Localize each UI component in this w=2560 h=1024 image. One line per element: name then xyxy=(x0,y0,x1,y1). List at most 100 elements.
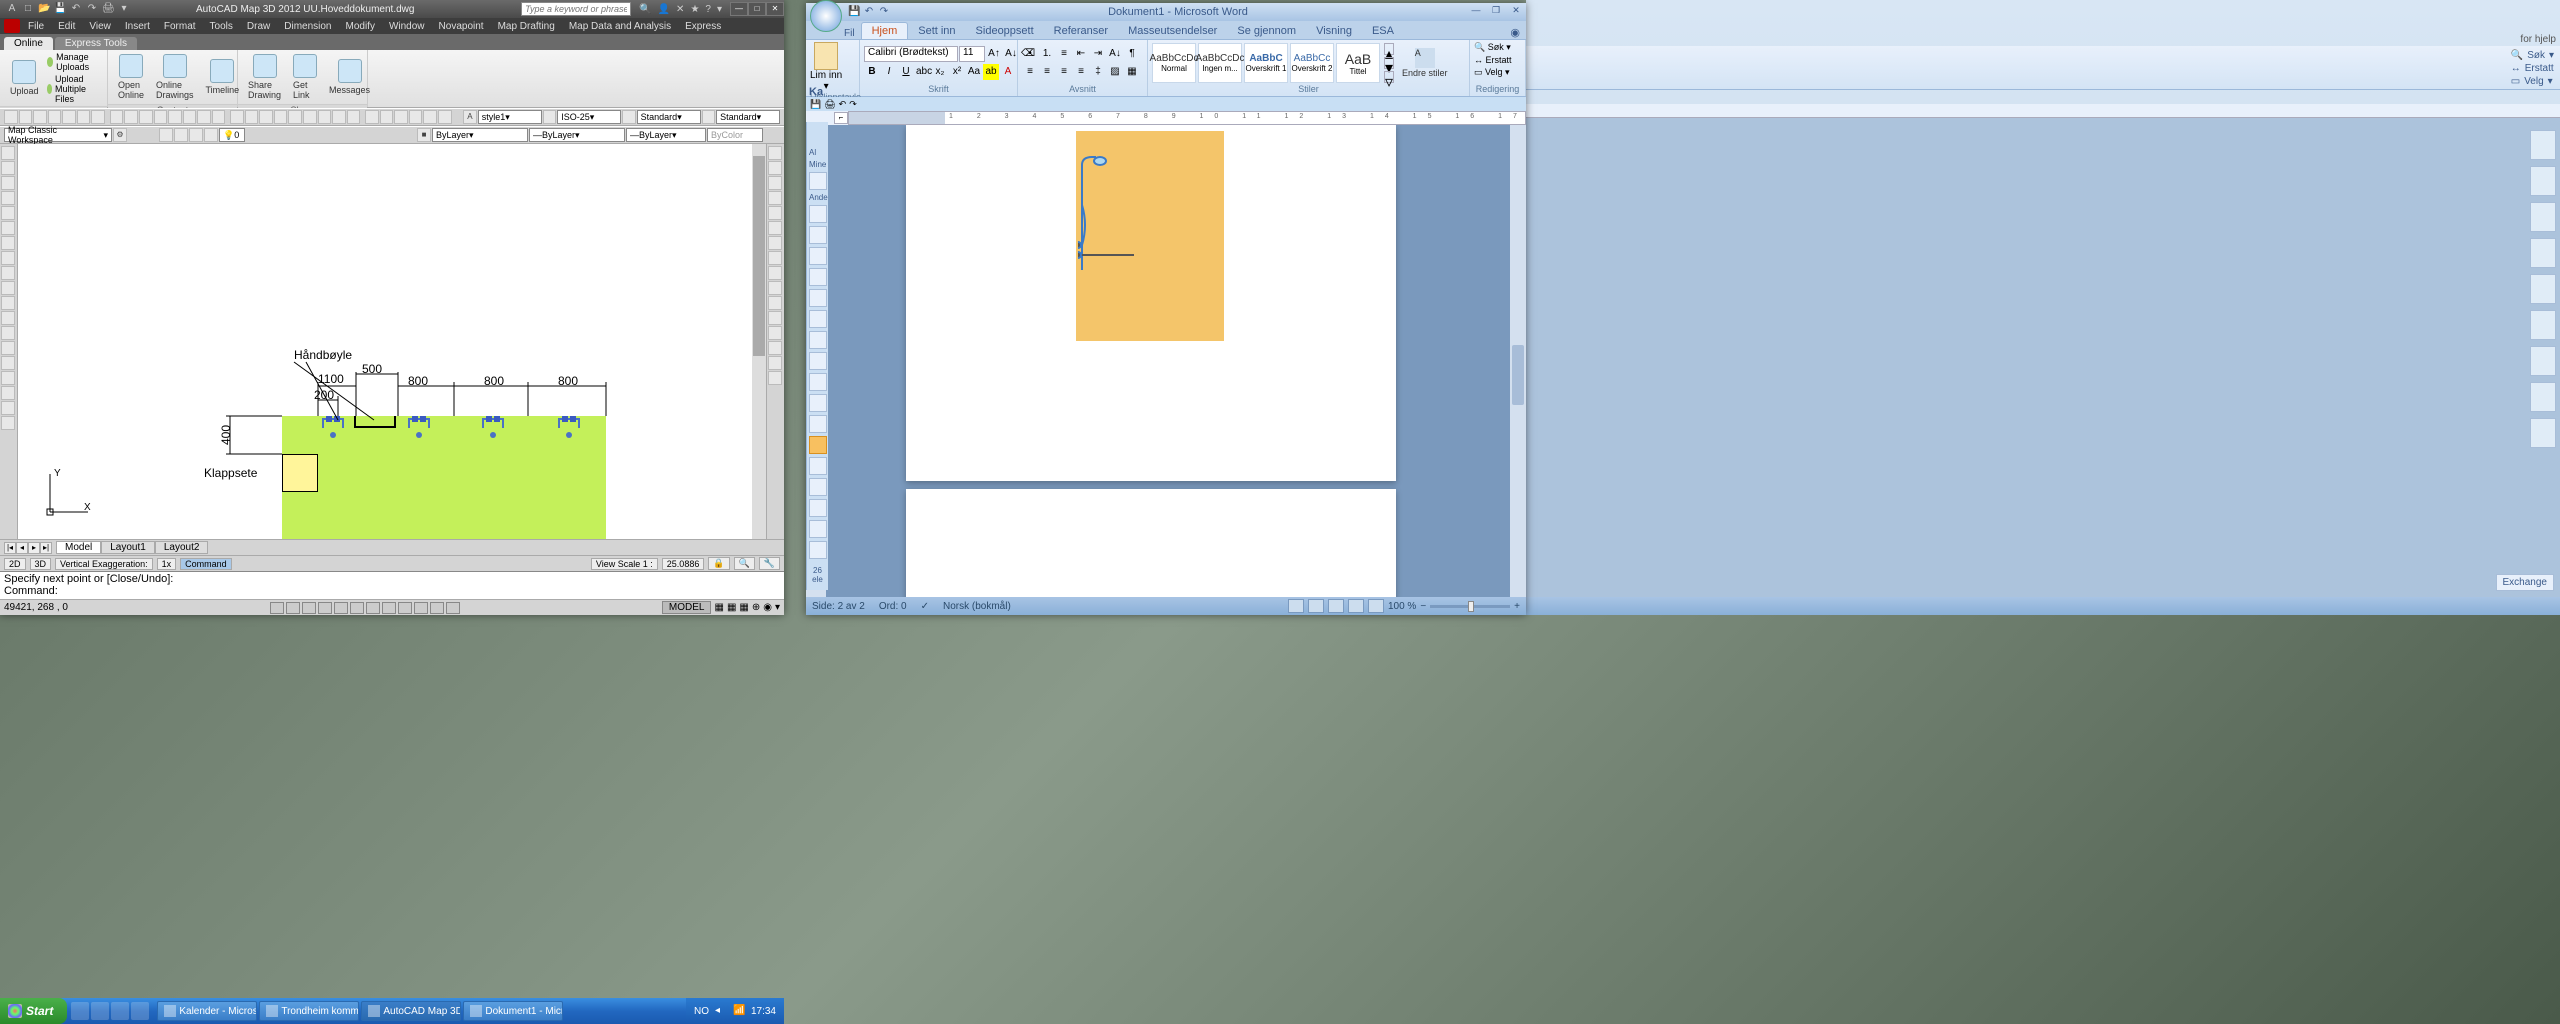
tablestyle-combo[interactable]: Standard ▾ xyxy=(637,110,701,124)
font-size-combo[interactable]: 11 xyxy=(959,46,985,62)
move-tool-icon[interactable] xyxy=(768,221,782,235)
menu-mapdata[interactable]: Map Data and Analysis xyxy=(563,21,677,32)
table-tool-icon[interactable] xyxy=(1,296,15,310)
otrack-toggle[interactable] xyxy=(350,602,364,614)
array-tool-icon[interactable] xyxy=(768,206,782,220)
menu-edit[interactable]: Edit xyxy=(52,21,81,32)
command-bar-label[interactable]: Command xyxy=(180,558,232,570)
tab-segjennom[interactable]: Se gjennom xyxy=(1227,23,1306,39)
textstyle-icon[interactable]: A xyxy=(463,110,477,124)
rectangle-tool-icon[interactable] xyxy=(1,206,15,220)
tab-prev-icon[interactable]: ◂ xyxy=(16,542,28,554)
undo-icon[interactable]: ↶ xyxy=(863,6,875,18)
shrink-font-icon[interactable]: A↓ xyxy=(1003,46,1019,62)
menu-mapdrafting[interactable]: Map Drafting xyxy=(492,21,561,32)
print-layout-view[interactable] xyxy=(1288,599,1304,613)
language-indicator[interactable]: NO xyxy=(694,1006,709,1017)
online-drawings-button[interactable]: Online Drawings xyxy=(152,52,198,102)
open-icon[interactable]: 📂 xyxy=(38,3,50,15)
sidebar-btn-16[interactable] xyxy=(809,499,827,517)
manage-uploads-button[interactable]: Manage Uploads xyxy=(47,52,101,72)
style-title[interactable]: AaBTittel xyxy=(1336,43,1380,83)
donut-tool-icon[interactable] xyxy=(1,371,15,385)
tool-icon[interactable] xyxy=(347,110,361,124)
signin-icon[interactable]: 👤 xyxy=(658,4,670,15)
multilevel-button[interactable]: ≡ xyxy=(1056,46,1072,62)
line-tool-icon[interactable] xyxy=(1,146,15,160)
select-button[interactable]: ▭Velg ▾ xyxy=(2511,76,2554,87)
ie-icon[interactable] xyxy=(91,1002,109,1020)
mline-tool-icon[interactable] xyxy=(1,356,15,370)
am-toggle[interactable] xyxy=(446,602,460,614)
numbering-button[interactable]: 1. xyxy=(1039,46,1055,62)
close-button[interactable]: ✕ xyxy=(766,2,784,16)
tab-online[interactable]: Online xyxy=(4,37,53,50)
vertical-scrollbar[interactable] xyxy=(1510,125,1526,597)
tool-icon[interactable] xyxy=(274,110,288,124)
color-combo[interactable]: ByLayer ▾ xyxy=(432,128,528,142)
sidebar-btn-14[interactable] xyxy=(809,457,827,475)
status-icon[interactable]: ▦ xyxy=(714,602,723,613)
bullets-button[interactable]: • xyxy=(1022,46,1038,62)
vertical-exaggeration-value[interactable]: 1x xyxy=(157,558,177,570)
font-color-button[interactable]: A xyxy=(1000,64,1016,80)
tool-icon[interactable] xyxy=(303,110,317,124)
dyn-toggle[interactable] xyxy=(382,602,396,614)
tool-icon[interactable] xyxy=(212,110,226,124)
tool-icon[interactable] xyxy=(124,110,138,124)
ribbon-help-icon[interactable]: ◉ xyxy=(1504,26,1526,39)
tool-icon[interactable] xyxy=(77,110,91,124)
tool-icon[interactable] xyxy=(168,110,182,124)
upload-multiple-button[interactable]: Upload Multiple Files xyxy=(47,74,101,104)
favorite-icon[interactable]: ★ xyxy=(690,4,699,15)
linetype-combo[interactable]: — ByLayer ▾ xyxy=(529,128,625,142)
tab-settinn[interactable]: Sett inn xyxy=(908,23,965,39)
mtext-tool-icon[interactable] xyxy=(1,341,15,355)
task-kalender[interactable]: Kalender - Microsoft ... xyxy=(157,1001,257,1021)
view-scale-value[interactable]: 25.0886 xyxy=(662,558,705,570)
region-tool-icon[interactable] xyxy=(1,326,15,340)
style-heading1[interactable]: AaBbCOverskrift 1 xyxy=(1244,43,1288,83)
status-icon[interactable]: ◉ xyxy=(763,602,772,613)
task-word[interactable]: Dokument1 - Microsof... xyxy=(463,1001,563,1021)
status-icon[interactable]: ▾ xyxy=(775,602,780,613)
menu-dimension[interactable]: Dimension xyxy=(278,21,337,32)
tool-icon[interactable] xyxy=(154,110,168,124)
find-button[interactable]: 🔍Søk ▾ xyxy=(2511,50,2554,61)
menu-draw[interactable]: Draw xyxy=(241,21,276,32)
menu-window[interactable]: Window xyxy=(383,21,431,32)
tab-sideoppsett[interactable]: Sideoppsett xyxy=(966,23,1044,39)
zoom-slider[interactable] xyxy=(1430,605,1510,608)
maximize-button[interactable]: □ xyxy=(748,2,766,16)
minimize-button[interactable]: — xyxy=(730,2,748,16)
redo-icon[interactable]: ↷ xyxy=(849,99,857,110)
menu-view[interactable]: View xyxy=(83,21,117,32)
fullscreen-view[interactable] xyxy=(1308,599,1324,613)
rotate-tool-icon[interactable] xyxy=(768,236,782,250)
lock-icon[interactable]: 🔒 xyxy=(708,557,729,570)
block-tool-icon[interactable] xyxy=(1,281,15,295)
tool-icon[interactable] xyxy=(139,110,153,124)
tab-masseutsendelser[interactable]: Masseutsendelser xyxy=(1118,23,1227,39)
document-area[interactable] xyxy=(806,125,1526,597)
undo-icon[interactable]: ↶ xyxy=(839,99,847,110)
status-icon[interactable]: ▦ xyxy=(727,602,736,613)
draft-view[interactable] xyxy=(1368,599,1384,613)
tool-icon[interactable] xyxy=(230,110,244,124)
qp-toggle[interactable] xyxy=(414,602,428,614)
align-right-button[interactable]: ≡ xyxy=(1056,64,1072,80)
autocad-logo-icon[interactable] xyxy=(4,19,20,33)
join-tool-icon[interactable] xyxy=(768,326,782,340)
case-button[interactable]: Aa xyxy=(966,64,982,80)
app-menu-icon[interactable]: A xyxy=(6,3,18,15)
tool-icon[interactable] xyxy=(19,110,33,124)
tab-last-icon[interactable]: ▸| xyxy=(40,542,52,554)
status-icon[interactable]: ▦ xyxy=(739,602,748,613)
outline-view[interactable] xyxy=(1348,599,1364,613)
mirror-tool-icon[interactable] xyxy=(768,176,782,190)
tool-icon[interactable] xyxy=(438,110,452,124)
tool-icon[interactable] xyxy=(183,110,197,124)
fillet-tool-icon[interactable] xyxy=(768,356,782,370)
minimize-button[interactable]: — xyxy=(1466,5,1486,19)
ortho-toggle[interactable] xyxy=(302,602,316,614)
